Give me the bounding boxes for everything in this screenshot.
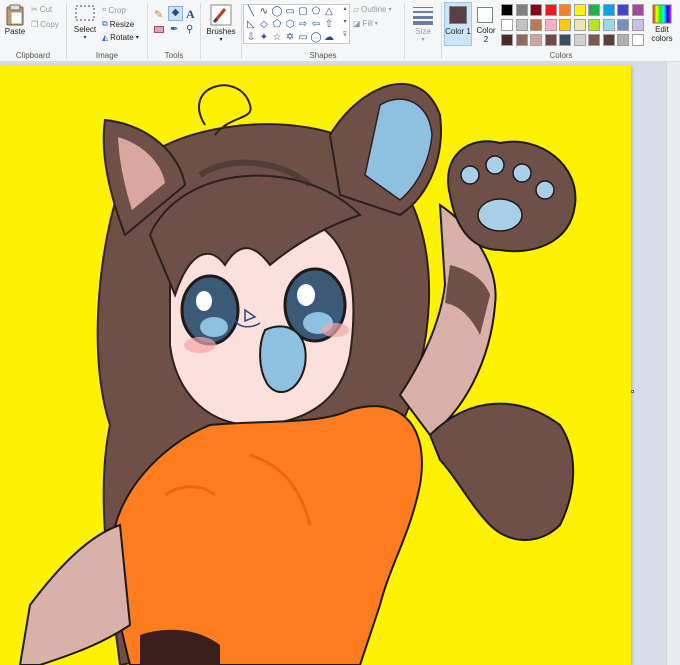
vertical-scrollbar[interactable] [666,62,680,665]
edit-colors-label: Edit colors [651,25,673,43]
curve-shape-icon[interactable]: ∿ [258,6,270,18]
clipboard-group-label: Clipboard [15,51,51,60]
six-point-star-shape-icon[interactable]: ✡ [284,32,296,44]
rotate-label: Rotate [110,33,134,42]
cut-button[interactable]: ✂ Cut [31,5,52,14]
size-button[interactable]: Size ▾ [408,4,438,43]
pencil-icon[interactable]: ✎ [154,8,168,22]
right-arrow-shape-icon[interactable]: ⇨ [297,19,309,31]
brushes-group: Brushes ▾ [201,0,241,62]
mouth [259,325,307,394]
fill-bucket-icon[interactable]: ◆ [168,6,183,21]
shapes-gallery[interactable]: ╲ ∿ ◯ ▭ ▢ ⬠ △ ◺ ◇ ⬠ ⬡ ⇨ ⇦ ⇧ ⇩ ✦ ☆ ✡ ▭ ◯ … [243,4,350,44]
cut-label: Cut [39,5,53,14]
right-triangle-shape-icon[interactable]: ◺ [245,19,257,31]
rectangle-shape-icon[interactable]: ▭ [284,6,296,18]
tools-group: ✎ ◆ A ✒ ⚲ Tools [148,0,200,62]
line-shape-icon[interactable]: ╲ [245,6,257,18]
brush-icon [210,4,232,26]
outline-label: Outline [361,5,387,14]
chevron-down-icon: ▾ [135,35,139,41]
polygon-shape-icon[interactable]: ⬠ [310,6,322,18]
ribbon-toolbar: Paste ✂ Cut ❐ Copy Clipboard Select ▾ ⌗ … [0,0,680,62]
left-arrow-shape-icon[interactable]: ⇦ [310,19,322,31]
rounded-rectangle-shape-icon[interactable]: ▢ [297,6,309,18]
size-group: Size ▾ [405,0,441,62]
image-group-label: Image [95,51,119,60]
brushes-button[interactable]: Brushes ▾ [205,4,237,43]
resize-icon: ⧉ [102,19,108,28]
color-wheel-icon [652,4,672,24]
resize-label: Resize [109,19,135,29]
chevron-down-icon: ▾ [374,21,378,27]
gallery-expand[interactable]: ⊽ [341,31,349,43]
rotate-icon: ◭ [102,33,109,42]
fill-icon: ◪ [353,19,361,28]
resize-button[interactable]: ⧉ Resize [102,19,134,29]
gallery-scroll-down[interactable]: ▾ [341,18,349,31]
diamond-shape-icon[interactable]: ◇ [258,19,270,31]
clipboard-icon [6,4,24,26]
copy-button[interactable]: ❐ Copy [31,20,59,29]
pentagon-shape-icon[interactable]: ⬠ [271,19,283,31]
crop-icon: ⌗ [102,5,107,14]
image-group: Select ▾ ⌗ Crop ⧉ Resize ◭ Rotate ▾ Imag… [67,0,147,62]
four-point-star-shape-icon[interactable]: ✦ [258,32,270,44]
workspace [0,62,680,665]
select-label: Select [73,25,97,34]
text-icon[interactable]: A [186,7,195,22]
colors-group-label: Colors [549,51,573,60]
gallery-scroll-up[interactable]: ▴ [341,5,349,18]
outline-button[interactable]: ▱ Outline ▾ [353,5,392,14]
paw-glove [447,140,577,253]
callout-rect-shape-icon[interactable]: ▭ [297,32,309,44]
oval-shape-icon[interactable]: ◯ [271,6,283,18]
clipboard-group: Paste ✂ Cut ❐ Copy Clipboard [0,0,66,62]
fill-label: Fill [362,19,373,28]
tail [428,402,575,541]
brushes-label: Brushes [206,27,236,36]
tools-group-label: Tools [164,51,184,60]
colors-group: Colors [442,0,680,62]
copy-label: Copy [40,20,59,29]
select-button[interactable]: Select ▾ [72,4,98,41]
outline-icon: ▱ [353,5,360,14]
drawing-canvas[interactable] [0,65,631,665]
edit-colors-button[interactable]: Edit colors [648,4,676,43]
scissors-icon: ✂ [31,5,38,14]
copy-icon: ❐ [31,20,39,29]
chevron-down-icon: ▾ [421,37,425,43]
line-width-icon [413,7,433,25]
crop-button[interactable]: ⌗ Crop [102,5,126,15]
hexagon-shape-icon[interactable]: ⬡ [284,19,296,31]
magnifier-icon[interactable]: ⚲ [186,24,193,35]
cloud-shape-icon[interactable]: ☁ [323,32,335,44]
resize-handle-right[interactable] [631,390,634,393]
triangle-shape-icon[interactable]: △ [323,6,335,18]
paste-label: Paste [4,27,26,36]
color-picker-icon[interactable]: ✒ [170,24,178,35]
crop-label: Crop [108,5,126,15]
artwork-catgirl [18,83,577,665]
shapes-group-label: Shapes [309,51,337,60]
down-arrow-shape-icon[interactable]: ⇩ [245,32,257,44]
up-arrow-shape-icon[interactable]: ⇧ [323,19,335,31]
paste-button[interactable]: Paste [3,4,27,36]
chevron-down-icon: ▾ [83,35,87,41]
rotate-button[interactable]: ◭ Rotate ▾ [102,33,139,42]
five-point-star-shape-icon[interactable]: ☆ [271,32,283,44]
left-arm [18,523,132,665]
select-rectangle-icon [75,5,95,21]
fill-button[interactable]: ◪ Fill ▾ [353,19,378,28]
chevron-down-icon: ▾ [388,7,392,13]
size-label: Size [415,27,431,36]
callout-oval-shape-icon[interactable]: ◯ [310,32,322,44]
eraser-icon[interactable] [154,26,164,33]
chevron-down-icon: ▾ [219,37,223,43]
